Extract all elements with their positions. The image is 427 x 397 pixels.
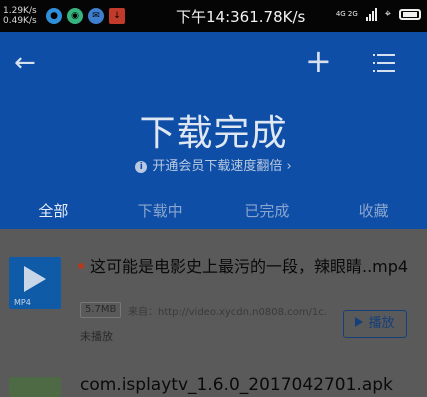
tab-completed[interactable]: 已完成 <box>214 200 321 221</box>
file-format-label: MP4 <box>14 298 31 307</box>
tab-all[interactable]: 全部 <box>0 200 107 221</box>
tab-downloading[interactable]: 下载中 <box>107 200 214 221</box>
download-notification-icon: ↓ <box>109 8 125 24</box>
back-arrow-icon[interactable]: ← <box>14 50 36 76</box>
chevron-right-icon: › <box>286 159 292 174</box>
file-size-badge: 5.7MB <box>80 302 122 318</box>
status-bar: 1.29K/s 0.49K/s ● ◉ ✉ ↓ 下午14:361.78K/s 4… <box>0 0 427 32</box>
tab-favorites[interactable]: 收藏 <box>320 200 427 221</box>
add-task-icon[interactable]: + <box>305 45 332 77</box>
vip-promo-link[interactable]: i 开通会员下载速度翻倍 › <box>0 155 427 174</box>
chat-notification-icon: ◉ <box>67 8 83 24</box>
info-icon: i <box>135 161 148 173</box>
signal-icon <box>365 7 377 21</box>
play-status: 未播放 <box>80 330 113 343</box>
network-speed: 1.29K/s 0.49K/s <box>3 6 37 26</box>
unplayed-dot <box>78 263 84 269</box>
download-tabs: 全部 下载中 已完成 收藏 <box>0 200 427 221</box>
battery-icon <box>399 8 421 20</box>
notification-icons: ● ◉ ✉ ↓ <box>46 8 125 24</box>
network-type: 4G 2G <box>335 9 358 18</box>
play-button[interactable]: 播放 <box>343 310 407 338</box>
list-menu-icon[interactable] <box>373 54 395 78</box>
download-list: MP4 这可能是电影史上最污的一段，辣眼睛..mp4 5.7MB 来自：http… <box>0 229 427 397</box>
status-time: 下午14:361.78K/s <box>176 8 306 26</box>
play-icon <box>355 317 364 327</box>
mail-notification-icon: ✉ <box>88 8 104 24</box>
file-name[interactable]: com.isplaytv_1.6.0_2017042701.apk <box>80 375 393 395</box>
play-icon <box>24 266 46 292</box>
video-file-icon[interactable]: MP4 <box>9 257 61 309</box>
file-source: 来自：http://video.xycdn.n0808.com/1c... <box>128 307 328 318</box>
apk-file-icon[interactable] <box>9 377 61 397</box>
app-notification-icon: ● <box>46 8 62 24</box>
header: ← + 下载完成 i 开通会员下载速度翻倍 › 全部 下载中 已完成 收藏 <box>0 32 427 229</box>
file-name[interactable]: 这可能是电影史上最污的一段，辣眼睛..mp4 <box>90 256 410 278</box>
location-icon: ⌖ <box>384 7 391 20</box>
page-title: 下载完成 <box>139 113 288 154</box>
